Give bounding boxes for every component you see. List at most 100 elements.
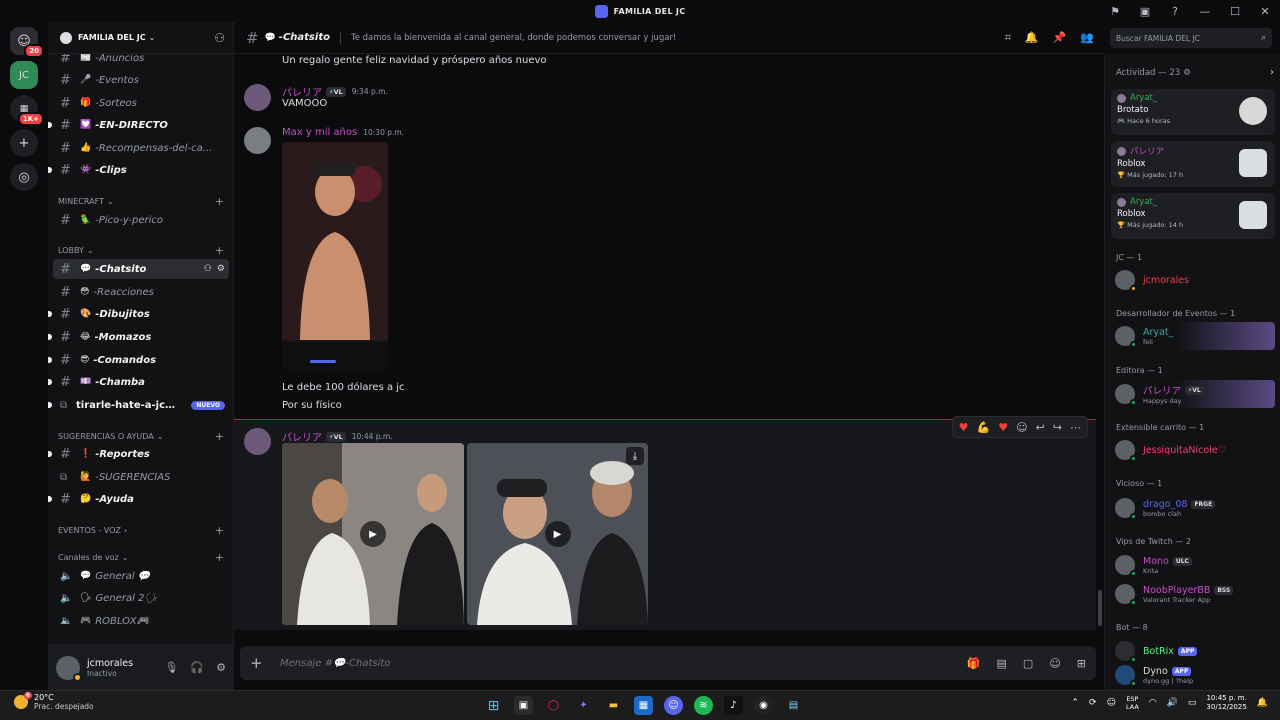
category-eventos-voz[interactable]: EVENTOS - VOZ › +: [58, 524, 224, 537]
message-author[interactable]: パレリア: [282, 84, 322, 99]
upload-plus-icon[interactable]: +: [250, 654, 280, 672]
calculator-icon[interactable]: ▦: [634, 696, 653, 715]
heart-reaction-icon[interactable]: ♥: [959, 421, 969, 434]
member-item[interactable]: Mono ULC Krita: [1111, 551, 1275, 579]
headphones-icon[interactable]: 🎧: [190, 661, 204, 674]
notifications-icon[interactable]: 🔔: [1257, 698, 1268, 708]
gift-icon[interactable]: 🎁: [967, 657, 981, 670]
channel-en-directo[interactable]: # 💟 -EN-DIRECTO: [48, 115, 229, 135]
category-sugerencias[interactable]: SUGERENCIAS O AYUDA ⌄ +: [58, 430, 224, 443]
gif-icon[interactable]: ▤: [997, 657, 1007, 670]
member-item[interactable]: パレリア ⚡VL Happys day: [1111, 380, 1275, 408]
sticker-icon[interactable]: ▢: [1023, 657, 1033, 670]
channel-eventos[interactable]: # 🎤 -Eventos: [53, 70, 229, 90]
category-canales-de-voz[interactable]: Canales de voz ⌄ +: [58, 551, 224, 564]
add-reaction-icon[interactable]: ☺: [1016, 421, 1027, 434]
file-explorer-icon[interactable]: ▬: [604, 696, 623, 715]
invite-icon[interactable]: ⚇: [204, 264, 212, 274]
minimize-button[interactable]: —: [1190, 0, 1220, 22]
activity-card[interactable]: Aryat_ Roblox 🏆 Más jugado: 14 h: [1111, 193, 1275, 239]
avatar[interactable]: [56, 655, 82, 682]
add-server-button[interactable]: +: [10, 129, 38, 157]
flex-reaction-icon[interactable]: 💪: [977, 421, 991, 434]
member-item[interactable]: Aryat_ feli: [1111, 322, 1275, 350]
more-icon[interactable]: ⋯: [1070, 421, 1081, 434]
channel-topic[interactable]: Te damos la bienvenida al canal general,…: [351, 33, 676, 43]
message-author[interactable]: Max y mil años: [282, 127, 357, 138]
invite-people-icon[interactable]: ⚇: [214, 31, 225, 45]
battery-icon[interactable]: ▭: [1188, 698, 1197, 708]
threads-icon[interactable]: ⌗: [1005, 31, 1011, 45]
channel-recompensas[interactable]: # 👍 -Recompensas-del-ca...: [53, 138, 229, 158]
search-bar[interactable]: ⌕: [1110, 28, 1272, 48]
forward-icon[interactable]: ↪: [1053, 421, 1062, 434]
channel-anuncios[interactable]: # 📰 -Anuncios: [53, 54, 229, 68]
discord-taskbar-icon[interactable]: ☺: [664, 696, 683, 715]
channel-dibujitos[interactable]: # 🎨 -Dibujitos: [48, 304, 229, 324]
server-folder[interactable]: ▦ 1K+: [10, 95, 44, 126]
activity-header[interactable]: Actividad — 23 ⚙ ›: [1116, 67, 1274, 78]
avatar[interactable]: [244, 84, 271, 111]
add-channel-icon[interactable]: +: [215, 195, 224, 208]
maximize-button[interactable]: ☐: [1220, 0, 1250, 22]
spotify-icon[interactable]: ≋: [694, 696, 713, 715]
channel-clips[interactable]: # 👾 -Clips: [48, 160, 229, 180]
guild-header[interactable]: FAMILIA DEL JC ⌄ ⚇: [48, 22, 233, 54]
gear-icon[interactable]: ⚙: [217, 264, 225, 274]
heart-reaction-icon[interactable]: ♥: [998, 421, 1008, 434]
channel-tirarle-hate[interactable]: ⧉ tirarle-hate-a-jc-c... NUEVO: [48, 395, 229, 415]
server-familia-del-jc[interactable]: JC: [10, 61, 38, 89]
member-item[interactable]: drago_08 FRGE bombo clah: [1111, 494, 1275, 522]
inbox-flag-icon[interactable]: ⚑: [1100, 0, 1130, 22]
apps-icon[interactable]: ⊞: [1077, 657, 1086, 670]
close-button[interactable]: ✕: [1250, 0, 1280, 22]
pin-icon[interactable]: 📌: [1053, 31, 1067, 45]
weather-widget[interactable]: 6 20°C Prac. despejado: [14, 692, 94, 711]
activity-card[interactable]: Aryat_ Brotato 🎮 Hace 6 horas: [1111, 89, 1275, 135]
play-icon[interactable]: ▶: [544, 521, 571, 547]
category-minecraft[interactable]: MINECRAFT ⌄ +: [58, 195, 224, 208]
task-view-icon[interactable]: ▣: [514, 696, 533, 715]
play-icon[interactable]: ▶: [360, 521, 386, 547]
avatar[interactable]: [244, 127, 271, 154]
chevron-up-icon[interactable]: ⌃: [1071, 698, 1079, 708]
video-attachment[interactable]: ▶ ⤓: [467, 443, 648, 625]
bell-icon[interactable]: 🔔: [1025, 31, 1039, 45]
activity-card[interactable]: パレリア Roblox 🏆 Más jugado: 17 h: [1111, 141, 1275, 187]
message-scrollbar[interactable]: [1096, 54, 1104, 630]
avatar[interactable]: [244, 428, 271, 455]
wifi-icon[interactable]: ◠: [1149, 698, 1157, 708]
volume-icon[interactable]: 🔊: [1167, 698, 1178, 708]
help-icon[interactable]: ?: [1160, 0, 1190, 22]
channel-momazos[interactable]: # 😂 -Momazos: [48, 327, 229, 347]
member-list-icon[interactable]: 👥: [1080, 31, 1094, 45]
add-channel-icon[interactable]: +: [215, 524, 224, 537]
steam-icon[interactable]: ◉: [754, 696, 773, 715]
video-attachment[interactable]: [282, 142, 388, 370]
emoji-icon[interactable]: ☺: [1049, 657, 1060, 670]
message-composer[interactable]: + Mensaje #💬-Chatsito 🎁 ▤ ▢ ☺ ⊞: [240, 646, 1096, 680]
user-info[interactable]: jcmorales Inactivo: [87, 658, 133, 678]
copilot-icon[interactable]: ✦: [574, 696, 593, 715]
microphone-icon[interactable]: 🎙: [164, 661, 178, 674]
channel-ayuda[interactable]: # 🤔 -Ayuda: [48, 489, 229, 509]
member-item[interactable]: NoobPlayerBB BSS Valorant Tracker App: [1111, 580, 1275, 608]
language-indicator[interactable]: ESP LAA: [1126, 695, 1139, 711]
add-channel-icon[interactable]: +: [215, 551, 224, 564]
message-author[interactable]: パレリア: [282, 429, 322, 444]
search-input[interactable]: [1116, 33, 1261, 43]
voice-general[interactable]: 🔈 💬 General 💬: [53, 566, 229, 586]
channel-sorteos[interactable]: # 🎁 -Sorteos: [53, 93, 229, 113]
member-item[interactable]: jcmorales: [1111, 266, 1275, 294]
channel-sugerencias[interactable]: ⧉ 🙋 -SUGERENCIAS: [53, 467, 229, 487]
discord-tray-icon[interactable]: ☺: [1107, 698, 1116, 708]
reply-icon[interactable]: ↩: [1036, 421, 1045, 434]
download-icon[interactable]: ⤓: [626, 447, 644, 465]
sync-icon[interactable]: ⟳: [1089, 698, 1097, 708]
channel-pico-y-perico[interactable]: # 🦜 -Pico-y-perico: [53, 210, 229, 230]
channel-comandos[interactable]: # 😎 -Comandos: [48, 350, 229, 370]
channel-chamba[interactable]: # 💷 -Chamba: [48, 372, 229, 392]
clock[interactable]: 10:45 p. m. 30/12/2025: [1206, 694, 1246, 712]
notepad-icon[interactable]: ▤: [784, 696, 803, 715]
opera-icon[interactable]: ◯: [544, 696, 563, 715]
